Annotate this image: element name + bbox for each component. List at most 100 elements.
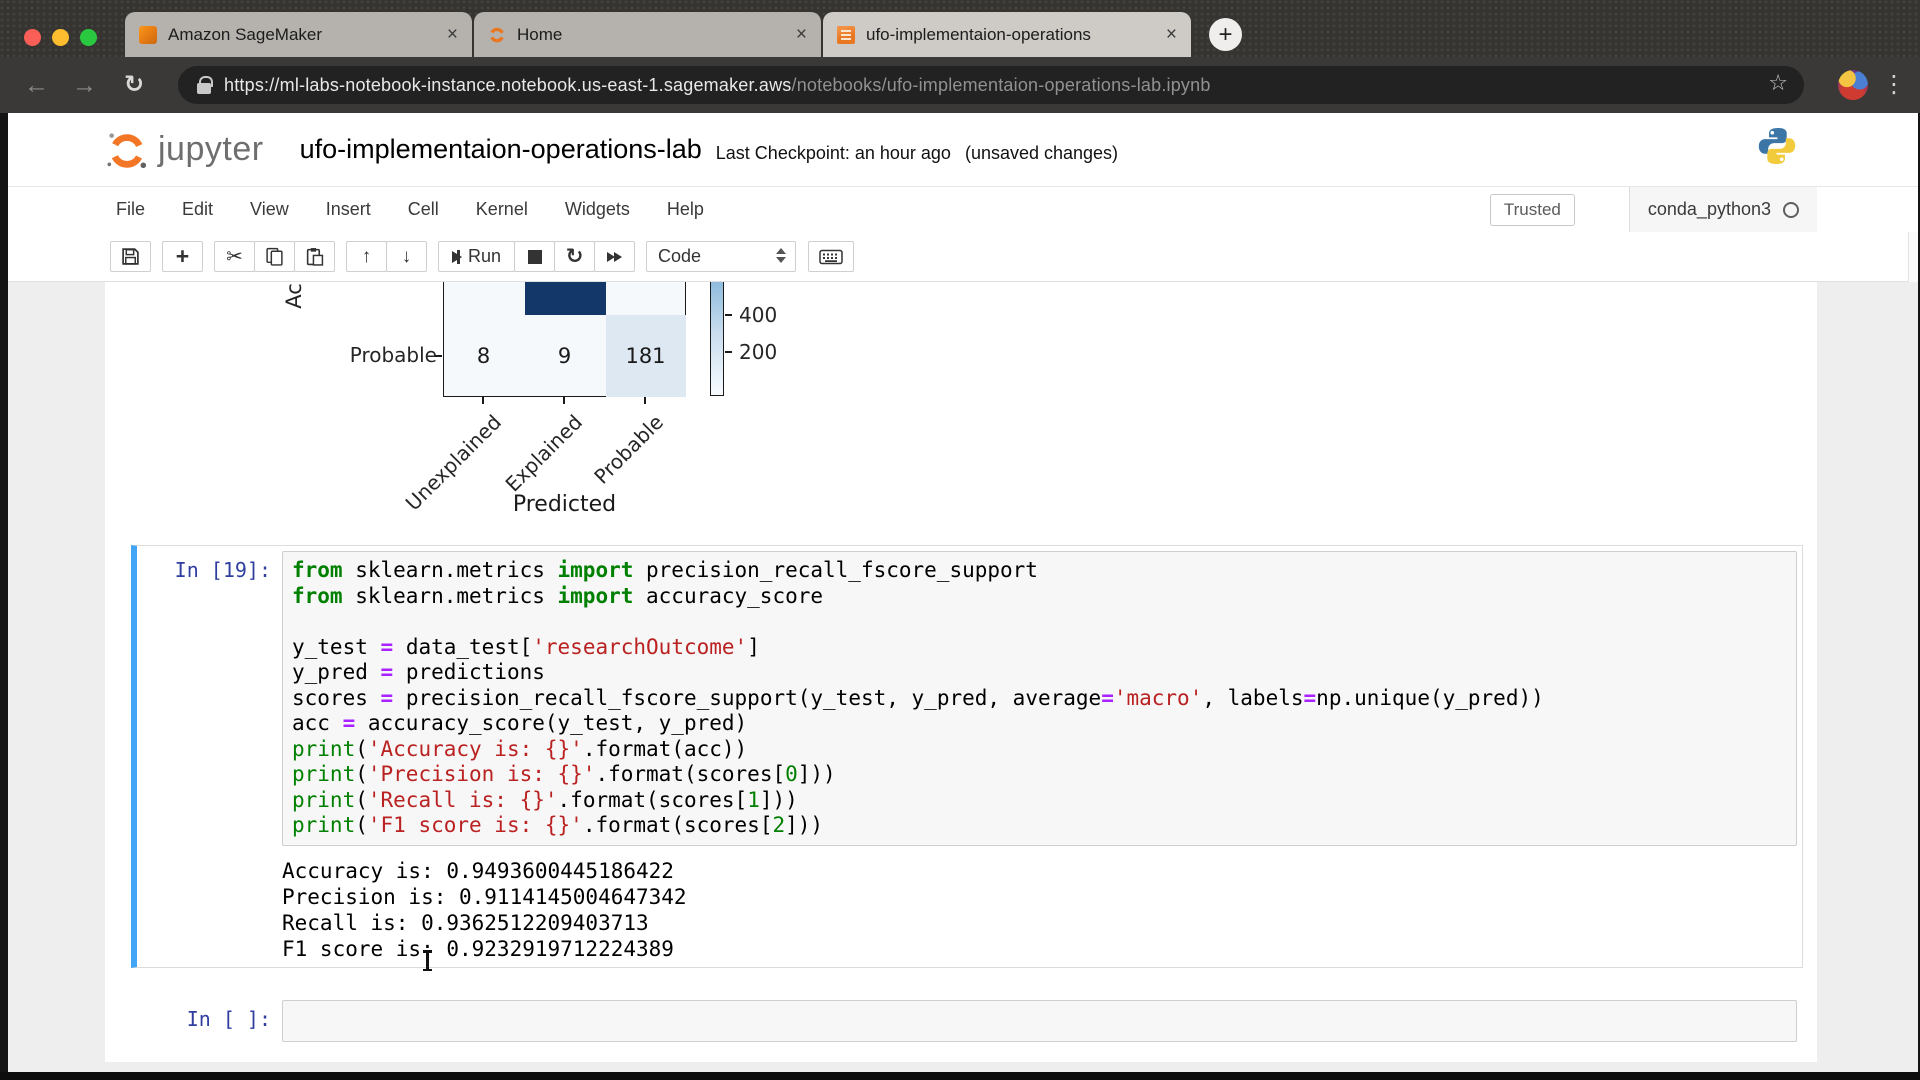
checkpoint-status: Last Checkpoint: an hour ago <box>716 135 951 164</box>
jupyter-menubar: File Edit View Insert Cell Kernel Widget… <box>8 186 1918 232</box>
browser-tab-amazon-sagemaker[interactable]: Amazon SageMaker × <box>125 12 472 57</box>
matrix-value: 181 <box>605 344 686 368</box>
zoom-window-button[interactable] <box>80 29 97 46</box>
browser-tab-home[interactable]: Home × <box>474 12 821 57</box>
url-path: /notebooks/ufo-implementaion-operations-… <box>792 75 1211 95</box>
reload-icon[interactable]: ↻ <box>124 70 144 100</box>
matrix-value: 8 <box>443 344 524 368</box>
code-line: print('Accuracy is: {}'.format(acc)) <box>292 737 1787 763</box>
back-icon[interactable]: ← <box>24 70 49 100</box>
unsaved-status: (unsaved changes) <box>965 135 1118 164</box>
plot-row-label: Probable <box>327 343 437 367</box>
plot-ylabel: Ac <box>282 283 306 309</box>
menu-cell[interactable]: Cell <box>408 199 439 220</box>
cell-type-select[interactable]: Code <box>646 241 796 272</box>
menu-view[interactable]: View <box>250 199 289 220</box>
address-bar[interactable]: https://ml-labs-notebook-instance.notebo… <box>178 66 1804 104</box>
code-line: y_test = data_test['researchOutcome'] <box>292 635 1787 661</box>
tab-close-icon[interactable]: × <box>447 25 458 44</box>
plot-xlabel: Predicted <box>443 492 686 517</box>
profile-avatar[interactable] <box>1838 70 1868 100</box>
move-cell-up-button[interactable]: ↑ <box>346 241 387 272</box>
code-line: scores = precision_recall_fscore_support… <box>292 686 1787 712</box>
copy-icon <box>265 247 284 266</box>
input-prompt: In [19]: <box>142 551 282 846</box>
menu-insert[interactable]: Insert <box>326 199 371 220</box>
tab-close-icon[interactable]: × <box>796 25 807 44</box>
matrix-heatmap <box>443 282 686 397</box>
output-prompt <box>142 858 282 962</box>
menu-edit[interactable]: Edit <box>182 199 213 220</box>
cell-type-value: Code <box>658 246 701 267</box>
browser-toolbar: ← → ↻ https://ml-labs-notebook-instance.… <box>0 57 1920 113</box>
url-text: https://ml-labs-notebook-instance.notebo… <box>224 75 1211 96</box>
colorbar-label: 200 <box>739 340 777 364</box>
close-window-button[interactable] <box>24 29 41 46</box>
code-line: print('Precision is: {}'.format(scores[0… <box>292 762 1787 788</box>
output-line: Recall is: 0.9362512209403713 <box>282 910 687 936</box>
code-cell-19[interactable]: In [19]: from sklearn.metrics import pre… <box>131 545 1803 968</box>
colorbar-tick <box>725 314 732 316</box>
browser-tab-notebook[interactable]: ufo-implementaion-operations × <box>823 12 1191 57</box>
run-cell-button[interactable]: Run <box>438 241 515 272</box>
url-host: https://ml-labs-notebook-instance.notebo… <box>224 75 792 95</box>
trusted-badge[interactable]: Trusted <box>1490 194 1575 226</box>
x-tick <box>482 397 484 404</box>
command-palette-button[interactable] <box>808 241 854 272</box>
cell-input-row: In [19]: from sklearn.metrics import pre… <box>142 551 1797 846</box>
menu-file[interactable]: File <box>116 199 145 220</box>
menu-kernel[interactable]: Kernel <box>476 199 528 220</box>
matrix-value: 9 <box>524 344 605 368</box>
paste-cell-button[interactable] <box>294 241 335 272</box>
window-bottom-edge <box>0 1072 1920 1080</box>
browser-menu-icon[interactable]: ⋮ <box>1882 70 1906 99</box>
jupyter-header: jupyter ufo-implementaion-operations-lab… <box>8 113 1918 186</box>
interrupt-kernel-button[interactable] <box>514 241 555 272</box>
x-tick <box>644 397 646 404</box>
output-line: Accuracy is: 0.9493600445186422 <box>282 858 687 884</box>
minimize-window-button[interactable] <box>52 29 69 46</box>
jupyter-logo[interactable]: jupyter <box>104 127 264 173</box>
colorbar <box>710 282 724 396</box>
browser-window: Amazon SageMaker × Home × ufo-implementa… <box>0 0 1920 1080</box>
cut-cell-button[interactable]: ✂ <box>214 241 255 272</box>
restart-run-all-button[interactable] <box>594 241 635 272</box>
stop-icon <box>528 250 542 264</box>
empty-code-editor[interactable] <box>282 1000 1797 1042</box>
code-editor[interactable]: from sklearn.metrics import precision_re… <box>282 551 1797 846</box>
tab-close-icon[interactable]: × <box>1166 25 1177 44</box>
bookmark-star-icon[interactable]: ☆ <box>1768 70 1788 96</box>
x-tick <box>563 397 565 404</box>
code-line: y_pred = predictions <box>292 660 1787 686</box>
menu-help[interactable]: Help <box>667 199 704 220</box>
notebook-title[interactable]: ufo-implementaion-operations-lab <box>300 134 702 165</box>
fast-forward-icon <box>607 252 622 262</box>
empty-code-cell[interactable]: In [ ]: <box>131 994 1803 1048</box>
tab-label: Home <box>517 25 788 45</box>
new-tab-button[interactable]: + <box>1209 18 1242 51</box>
notebook-page: Ac Probable 8 9 181 Unexplained Explaine… <box>105 282 1817 1062</box>
restart-kernel-button[interactable]: ↻ <box>554 241 595 272</box>
kernel-name: conda_python3 <box>1648 199 1771 220</box>
forward-icon[interactable]: → <box>72 70 97 100</box>
insert-cell-button[interactable]: + <box>162 241 203 272</box>
python-logo-icon <box>1756 125 1798 172</box>
tab-label: Amazon SageMaker <box>168 25 439 45</box>
move-cell-down-button[interactable]: ↓ <box>386 241 427 272</box>
keyboard-icon <box>819 248 843 266</box>
step-forward-icon <box>452 250 460 264</box>
tab-label: ufo-implementaion-operations <box>866 25 1158 45</box>
colorbar-tick <box>725 351 732 353</box>
confusion-matrix-plot: Ac Probable 8 9 181 Unexplained Explaine… <box>105 282 1817 525</box>
y-tick <box>435 355 442 357</box>
input-prompt: In [ ]: <box>142 1000 282 1042</box>
colorbar-label: 400 <box>739 303 777 327</box>
code-line: print('F1 score is: {}'.format(scores[2]… <box>292 813 1787 839</box>
select-arrows-icon <box>776 248 786 263</box>
save-button[interactable] <box>110 241 151 272</box>
run-label: Run <box>468 246 501 267</box>
kernel-idle-icon <box>1783 202 1799 218</box>
copy-cell-button[interactable] <box>254 241 295 272</box>
code-line: print('Recall is: {}'.format(scores[1])) <box>292 788 1787 814</box>
menu-widgets[interactable]: Widgets <box>565 199 630 220</box>
